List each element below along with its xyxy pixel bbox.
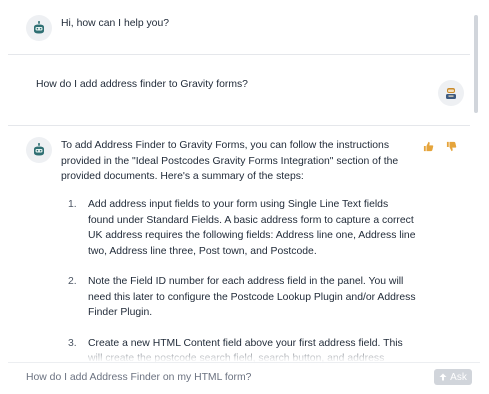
robot-icon xyxy=(34,21,44,34)
list-item: 1. Add address input fields to your form… xyxy=(68,197,416,259)
bot-avatar xyxy=(26,15,52,41)
user-icon xyxy=(446,88,456,99)
thumbs-down-icon[interactable] xyxy=(446,141,457,155)
feedback-buttons xyxy=(423,141,457,155)
step-text: Add address input fields to your form us… xyxy=(88,199,416,257)
user-message: How do I add address finder to Gravity f… xyxy=(8,55,470,125)
list-item: 2. Note the Field ID number for each add… xyxy=(68,274,416,321)
scrollbar[interactable] xyxy=(474,15,478,113)
bot-message-greeting: Hi, how can I help you? xyxy=(8,5,470,55)
chat-input[interactable] xyxy=(8,363,428,391)
bot-answer-intro: To add Address Finder to Gravity Forms, … xyxy=(61,140,399,182)
bot-greeting-text: Hi, how can I help you? xyxy=(61,18,170,29)
step-number: 2. xyxy=(68,276,77,287)
bot-avatar xyxy=(26,137,52,163)
scroll-fade xyxy=(8,345,480,362)
ask-button[interactable]: Ask xyxy=(434,369,472,385)
robot-icon xyxy=(34,143,44,156)
arrow-up-icon xyxy=(439,373,447,381)
user-question-text: How do I add address finder to Gravity f… xyxy=(36,79,248,90)
thumbs-up-icon[interactable] xyxy=(423,141,434,155)
ask-button-label: Ask xyxy=(450,371,467,383)
step-number: 1. xyxy=(68,199,77,210)
user-avatar xyxy=(438,80,464,106)
chat-window: Hi, how can I help you? How do I add add… xyxy=(8,5,480,390)
step-text: Note the Field ID number for each addres… xyxy=(88,276,416,318)
chat-input-bar: Ask xyxy=(8,362,480,391)
